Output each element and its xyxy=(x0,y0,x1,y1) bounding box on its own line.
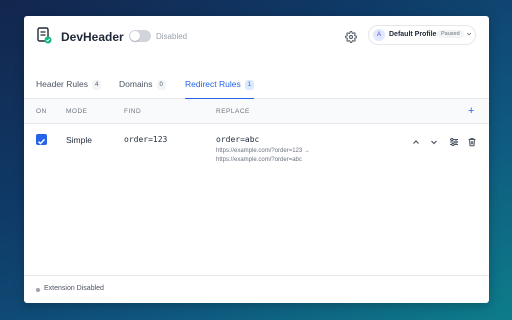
footer: Extension Disabled xyxy=(24,275,489,303)
rule-find: order=123 xyxy=(124,135,168,144)
add-rule-button[interactable]: + xyxy=(468,105,474,117)
tab-header-rules[interactable]: Header Rules 4 xyxy=(36,66,102,99)
rule-enabled-checkbox[interactable] xyxy=(36,134,47,145)
profile-name: Default Profile xyxy=(389,31,437,38)
toggle-status-label: Disabled xyxy=(156,32,188,41)
tab-label: Redirect Rules xyxy=(185,79,241,89)
preview-to-url: https://example.com/?order=abc xyxy=(216,157,302,163)
table-row: Simple order=123 order=abc https://examp… xyxy=(24,124,489,172)
column-header-find: FIND xyxy=(124,108,142,115)
tab-domains[interactable]: Domains 0 xyxy=(119,66,166,99)
column-header-mode: MODE xyxy=(66,108,88,115)
chevron-down-icon[interactable] xyxy=(429,134,439,145)
rule-replace: order=abc xyxy=(216,135,260,144)
rule-mode: Simple xyxy=(66,135,92,145)
tab-count-badge: 4 xyxy=(91,80,102,90)
tab-label: Domains xyxy=(119,79,153,89)
tab-bar: Header Rules 4 Domains 0 Redirect Rules 1 xyxy=(24,66,489,100)
tab-redirect-rules[interactable]: Redirect Rules 1 xyxy=(185,66,255,100)
column-header-replace: REPLACE xyxy=(216,108,250,115)
extension-window: DevHeader Disabled A Default Profile Pau… xyxy=(24,16,489,303)
extension-toggle[interactable] xyxy=(129,30,151,42)
tab-count-badge: 1 xyxy=(244,80,255,90)
profile-avatar: A xyxy=(373,29,385,41)
document-logo-icon xyxy=(37,27,52,44)
tab-label: Header Rules xyxy=(36,79,88,89)
gear-icon[interactable] xyxy=(345,30,357,43)
status-dot xyxy=(36,288,40,292)
chevron-down-icon xyxy=(466,31,472,39)
profile-status-badge: Paused xyxy=(437,30,464,38)
table-header: ON MODE FIND REPLACE + xyxy=(24,99,489,124)
trash-icon[interactable] xyxy=(467,134,477,147)
preview-from-url: https://example.com/?order=123 → xyxy=(216,148,310,154)
app-title: DevHeader xyxy=(61,30,124,44)
profile-selector[interactable]: A Default Profile Paused xyxy=(368,25,476,45)
tab-count-badge: 0 xyxy=(156,80,166,90)
column-header-on: ON xyxy=(36,108,47,115)
chevron-up-icon[interactable] xyxy=(411,134,421,144)
extension-status: Extension Disabled xyxy=(44,285,104,292)
toggle-knob xyxy=(130,31,140,41)
sliders-icon[interactable] xyxy=(449,134,459,147)
header: DevHeader Disabled A Default Profile Pau… xyxy=(24,16,489,60)
